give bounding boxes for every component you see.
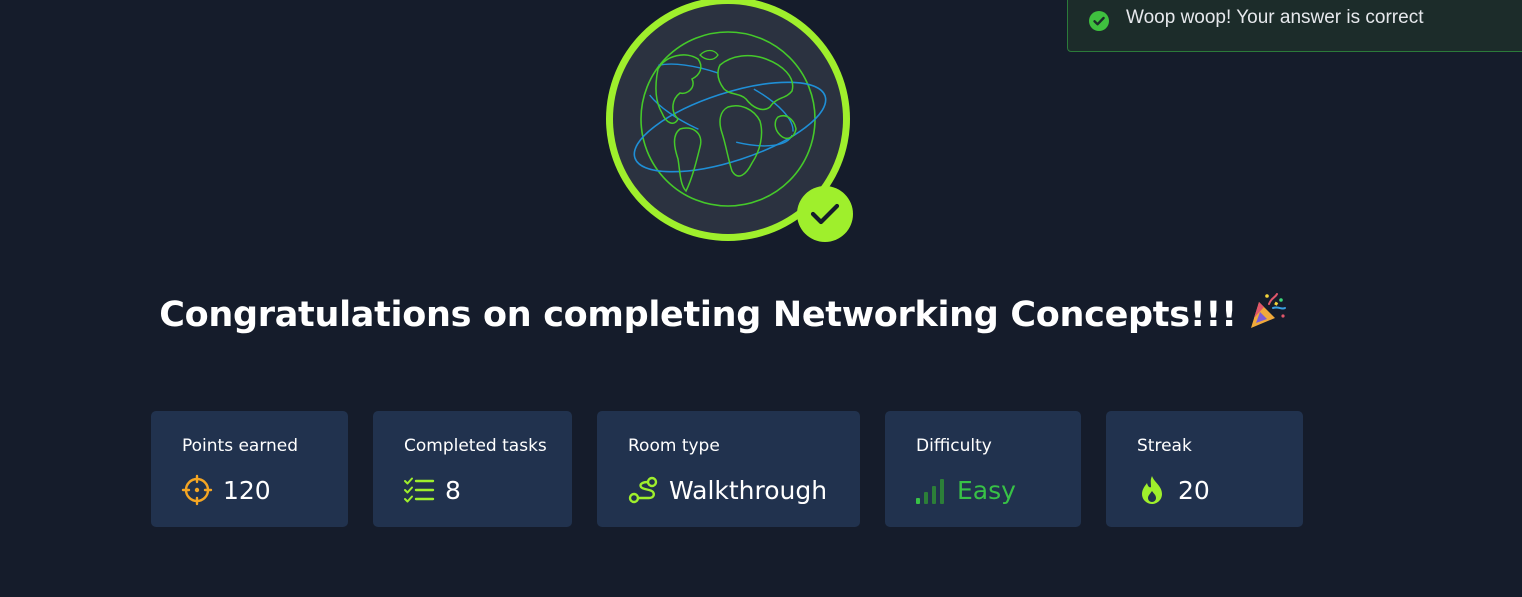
success-toast[interactable]: Woop woop! Your answer is correct [1067, 0, 1522, 52]
task-list-icon [404, 477, 435, 503]
stat-value: 20 [1178, 475, 1210, 505]
stat-value: Walkthrough [669, 475, 828, 505]
stat-label: Difficulty [916, 436, 992, 456]
stat-value: 8 [445, 475, 461, 505]
stat-card-streak: Streak 20 [1106, 411, 1303, 527]
completion-headline: Congratulations on completing Networking… [0, 290, 1446, 335]
stat-label: Streak [1137, 436, 1192, 456]
completion-page: Woop woop! Your answer is correct Congra… [0, 0, 1522, 597]
flame-icon [1142, 476, 1162, 504]
stat-value: Easy [957, 475, 1016, 505]
stat-card-points: Points earned 120 [151, 411, 348, 527]
stat-label: Completed tasks [404, 436, 547, 456]
stat-card-room-type: Room type Walkthrough [597, 411, 860, 527]
check-icon [797, 186, 853, 242]
stat-card-tasks: Completed tasks 8 [373, 411, 572, 527]
route-icon [628, 476, 658, 504]
stat-value: 120 [223, 475, 271, 505]
stat-label: Room type [628, 436, 720, 456]
stat-label: Points earned [182, 436, 299, 456]
stat-card-difficulty: Difficulty Easy [885, 411, 1081, 527]
toast-message: Woop woop! Your answer is correct [1126, 7, 1424, 28]
check-circle-icon [1089, 11, 1109, 31]
crosshair-icon [181, 474, 213, 506]
room-badge [606, 0, 853, 242]
headline-text: Congratulations on completing Networking… [159, 295, 1237, 335]
party-popper-icon [1250, 293, 1286, 328]
signal-bars-icon [916, 479, 944, 504]
